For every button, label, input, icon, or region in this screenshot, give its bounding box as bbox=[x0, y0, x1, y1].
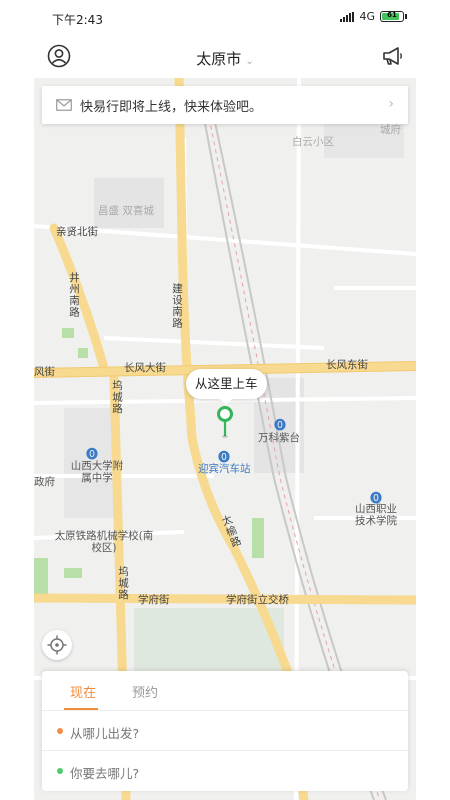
map-label-vocational: 山西职业技术学院 bbox=[355, 503, 397, 527]
from-placeholder: 从哪儿出发? bbox=[70, 726, 140, 741]
map-label-vanke: 万科紫台 bbox=[258, 432, 300, 444]
map-label-jingzhou: 井州南路 bbox=[68, 272, 80, 318]
map-label-changsheng: 昌盛 双喜城 bbox=[98, 205, 154, 217]
map-label-wucheng: 坞城路 bbox=[111, 380, 123, 415]
to-field[interactable]: 你要去哪儿? bbox=[42, 751, 408, 791]
locate-button[interactable] bbox=[42, 630, 72, 660]
map-label-zhengfu: 政府 bbox=[34, 476, 55, 488]
map-label-wucheng-2: 坞城路 bbox=[117, 566, 129, 601]
chevron-right-icon: › bbox=[388, 96, 394, 112]
map-label-qinxian: 亲贤北街 bbox=[56, 226, 98, 238]
tab-reserve[interactable]: 预约 bbox=[132, 682, 158, 701]
notice-banner[interactable]: 快易行即将上线，快来体验吧。 › bbox=[42, 86, 408, 124]
status-time: 下午2:43 bbox=[52, 13, 103, 27]
pickup-bubble[interactable]: 从这里上车 bbox=[186, 369, 267, 405]
tab-now[interactable]: 现在 bbox=[70, 682, 96, 701]
megaphone-icon[interactable] bbox=[380, 44, 404, 68]
tab-indicator bbox=[64, 708, 98, 710]
crosshair-icon bbox=[47, 635, 67, 655]
network-type: 4G bbox=[359, 10, 375, 23]
map-label-shanxi-univ: 山西大学附属中学 bbox=[70, 460, 124, 484]
battery-icon: 61 bbox=[380, 11, 407, 22]
map-label-jianshe: 建设南路 bbox=[171, 283, 183, 329]
map-label-baiyun: 白云小区 bbox=[292, 136, 334, 148]
map-label-changfeng-da: 长风大街 bbox=[124, 362, 166, 374]
map-label-xuefu-bridge: 学府街立交桥 bbox=[226, 594, 289, 606]
to-placeholder: 你要去哪儿? bbox=[70, 766, 140, 781]
start-dot-icon bbox=[57, 728, 63, 734]
map-label-chengfu: 城府 bbox=[380, 124, 401, 136]
booking-panel: 现在 预约 从哪儿出发? 你要去哪儿? bbox=[42, 671, 408, 791]
mail-icon bbox=[56, 99, 72, 111]
from-field[interactable]: 从哪儿出发? bbox=[42, 711, 408, 751]
status-bar: 下午2:43 4G 61 bbox=[0, 0, 450, 36]
map-label-xuefu: 学府街 bbox=[138, 594, 170, 606]
status-icons: 4G 61 bbox=[340, 10, 407, 23]
end-dot-icon bbox=[57, 768, 63, 774]
map-label-railway-school: 太原铁路机械学校(南校区) bbox=[54, 530, 154, 554]
location-pin-icon[interactable] bbox=[217, 406, 233, 438]
booking-tabs: 现在 预约 bbox=[42, 671, 408, 711]
chevron-down-icon: ⌄ bbox=[245, 56, 254, 67]
city-name: 太原市 bbox=[196, 50, 242, 68]
app-header: 太原市 ⌄ bbox=[0, 36, 450, 78]
battery-level: 61 bbox=[387, 11, 397, 19]
map-label-changfeng-dong: 长风东街 bbox=[326, 359, 368, 371]
notice-text: 快易行即将上线，快来体验吧。 bbox=[80, 99, 263, 115]
signal-icon bbox=[340, 11, 355, 22]
map-label-fengjie: 风街 bbox=[34, 366, 55, 378]
map-label-yingbin: 迎宾汽车站 bbox=[198, 463, 251, 475]
